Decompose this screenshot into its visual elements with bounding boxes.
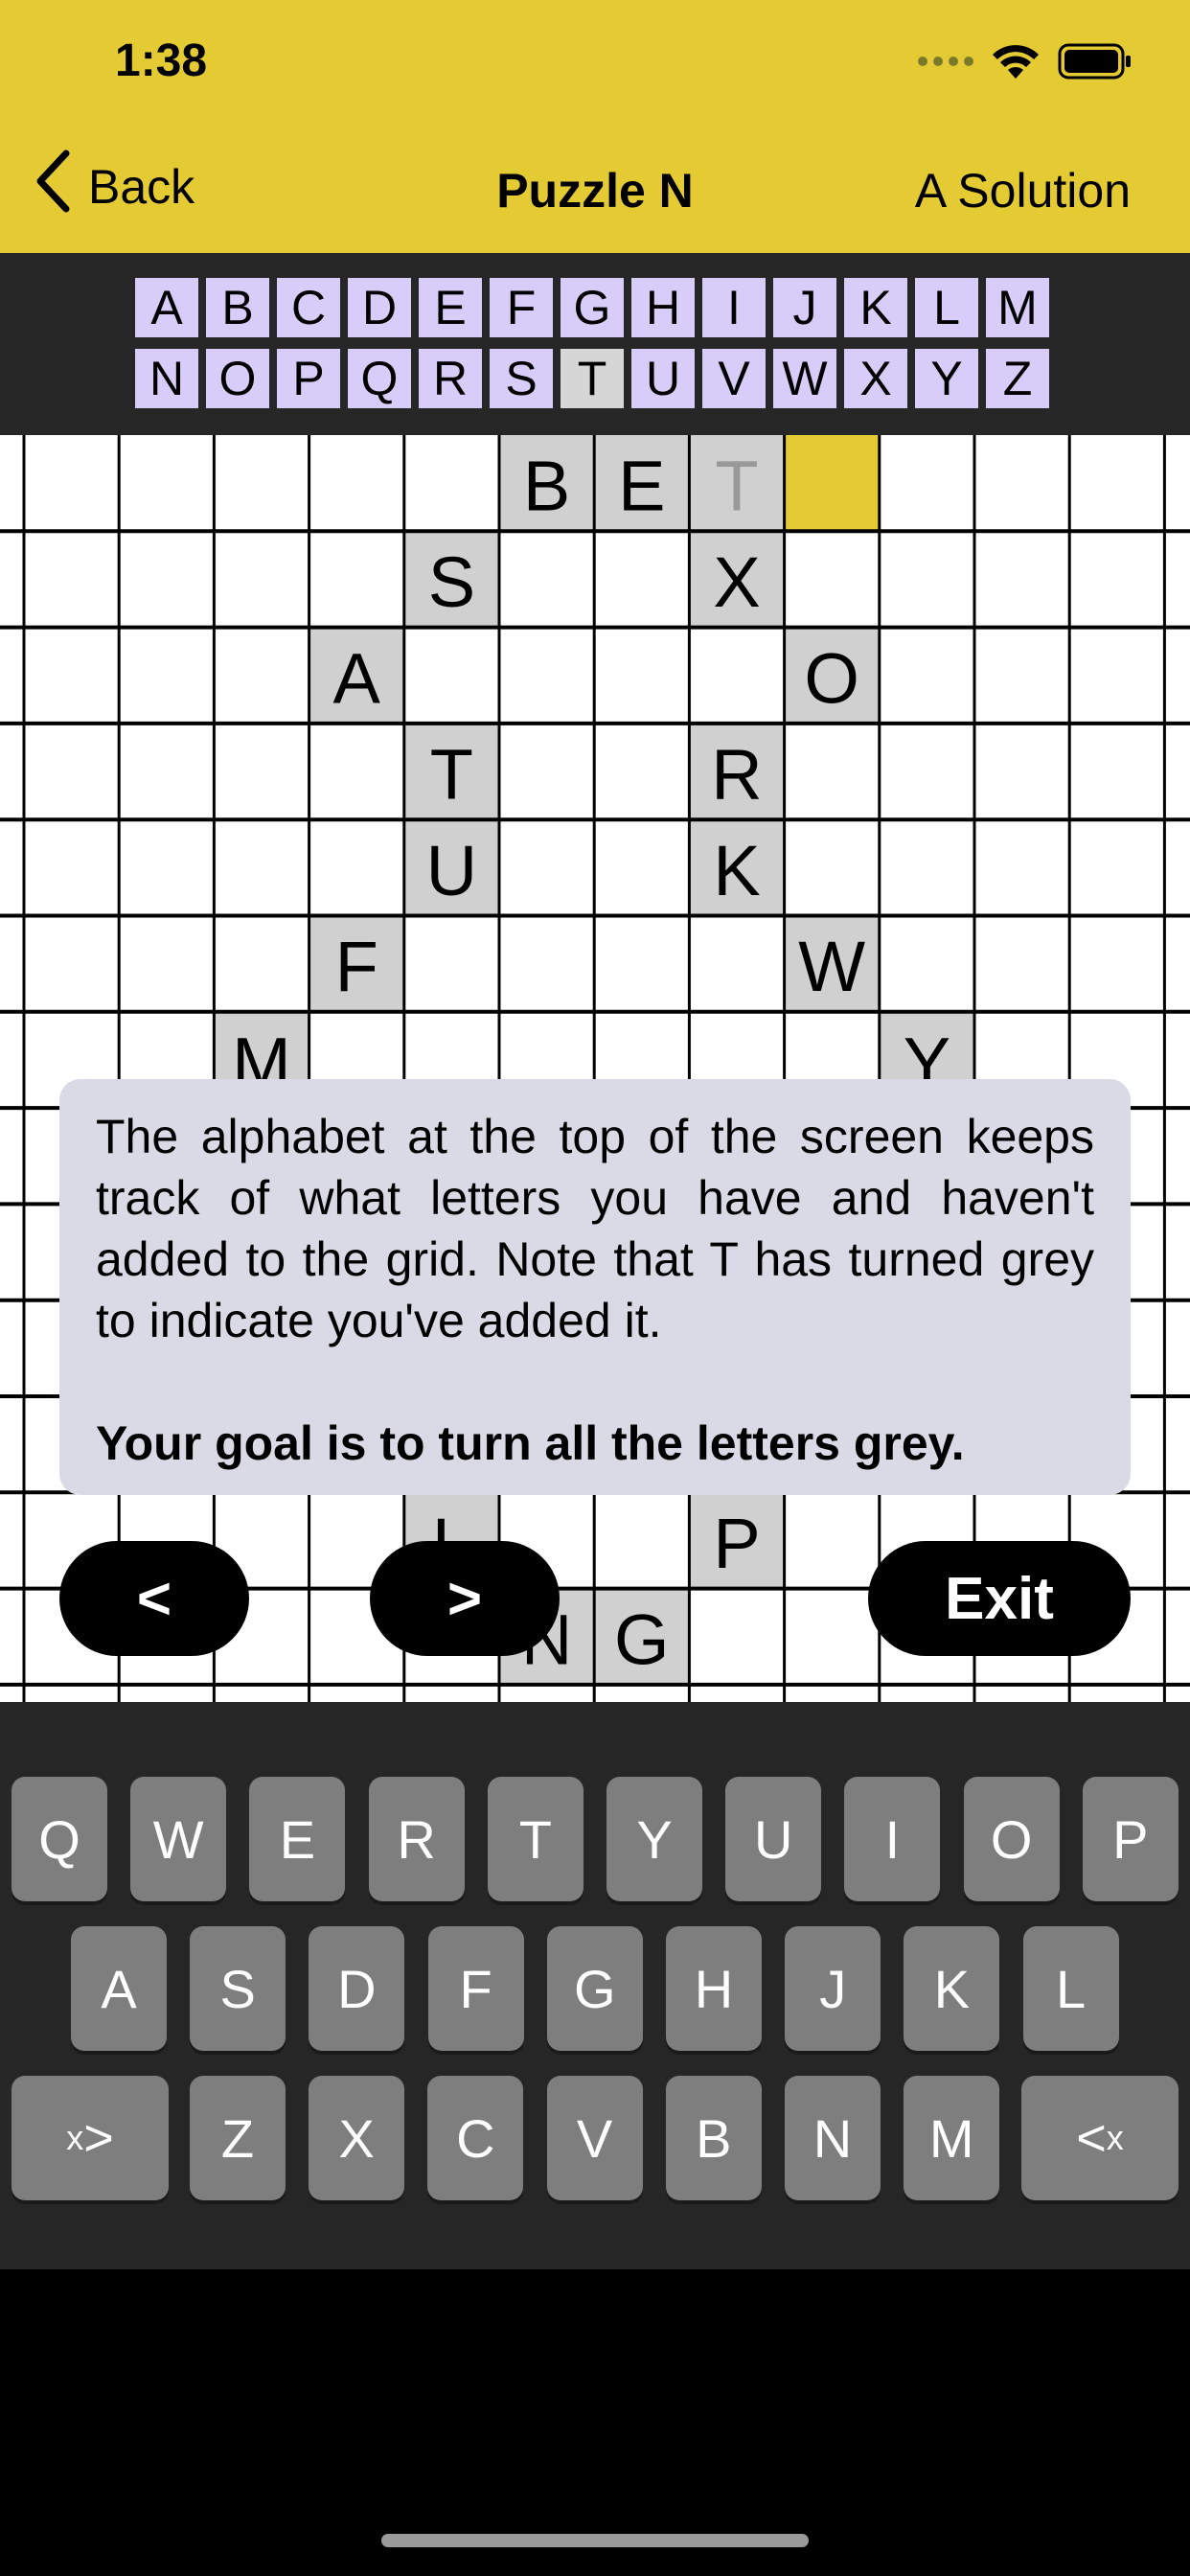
alphabet-letter-f: F — [486, 274, 557, 341]
alphabet-letter-w: W — [769, 345, 840, 412]
alphabet-letter-q: Q — [344, 345, 415, 412]
key-b[interactable]: B — [665, 2076, 762, 2200]
alphabet-letter-h: H — [628, 274, 698, 341]
navigation-bar: Back Puzzle N A Solution — [0, 150, 1190, 220]
key-f[interactable]: F — [427, 1926, 524, 2051]
key-q[interactable]: Q — [11, 1777, 107, 1901]
grid-letter: E — [618, 447, 665, 526]
grid-letter: O — [804, 638, 859, 718]
alphabet-letter-t: T — [557, 345, 628, 412]
key-e[interactable]: E — [249, 1777, 346, 1901]
tooltip-body: The alphabet at the top of the screen ke… — [96, 1110, 1094, 1347]
exit-button[interactable]: Exit — [868, 1541, 1131, 1656]
alphabet-row-2: NOPQRSTUVWXYZ — [131, 345, 1053, 412]
alphabet-letter-k: K — [840, 274, 911, 341]
cellular-dots-icon — [918, 57, 973, 66]
key-y[interactable]: Y — [606, 1777, 702, 1901]
key-k[interactable]: K — [904, 1926, 1000, 2051]
alphabet-tracker: ABCDEFGHIJKLM NOPQRSTUVWXYZ — [0, 253, 1190, 435]
key-c[interactable]: C — [427, 2076, 524, 2200]
delete-key[interactable]: < x — [1021, 2076, 1179, 2200]
header: 1:38 Back Puzzle N A Solution — [0, 0, 1190, 253]
alphabet-letter-s: S — [486, 345, 557, 412]
status-icons — [918, 42, 1133, 80]
alphabet-letter-j: J — [769, 274, 840, 341]
alphabet-letter-a: A — [131, 274, 202, 341]
alphabet-letter-o: O — [202, 345, 273, 412]
delete-key-x: x — [1106, 2118, 1124, 2157]
key-d[interactable]: D — [309, 1926, 405, 2051]
next-button[interactable]: > — [370, 1541, 560, 1656]
grid-cell-selected[interactable] — [784, 435, 880, 532]
alphabet-letter-d: D — [344, 274, 415, 341]
alphabet-letter-v: V — [698, 345, 769, 412]
battery-icon — [1058, 43, 1133, 80]
key-j[interactable]: J — [785, 1926, 881, 2051]
status-time: 1:38 — [115, 35, 208, 86]
alphabet-letter-n: N — [131, 345, 202, 412]
key-w[interactable]: W — [130, 1777, 227, 1901]
key-a[interactable]: A — [71, 1926, 167, 2051]
alphabet-letter-c: C — [273, 274, 344, 341]
solution-button[interactable]: A Solution — [915, 163, 1131, 218]
grid-letter: R — [711, 735, 762, 815]
grid-letter: X — [713, 542, 760, 622]
grid-letter: W — [798, 927, 865, 1006]
grid-letter: U — [426, 831, 477, 910]
key-t[interactable]: T — [487, 1777, 584, 1901]
grid-canvas[interactable]: BETSXAOTRUKFWMYLPNG — [0, 435, 1190, 1702]
alphabet-letter-b: B — [202, 274, 273, 341]
key-n[interactable]: N — [785, 2076, 881, 2200]
alphabet-letter-m: M — [982, 274, 1053, 341]
alphabet-letter-u: U — [628, 345, 698, 412]
grid-letter: G — [614, 1599, 670, 1679]
alphabet-letter-r: R — [415, 345, 486, 412]
key-p[interactable]: P — [1082, 1777, 1179, 1901]
alphabet-letter-z: Z — [982, 345, 1053, 412]
key-r[interactable]: R — [368, 1777, 465, 1901]
alphabet-row-1: ABCDEFGHIJKLM — [131, 274, 1053, 341]
move-right-key-x: x — [66, 2118, 84, 2157]
key-m[interactable]: M — [904, 2076, 1000, 2200]
wifi-icon — [991, 42, 1041, 80]
home-indicator — [381, 2534, 809, 2547]
grid-letter: A — [333, 638, 381, 718]
move-right-key-arrow: > — [83, 2109, 114, 2167]
key-h[interactable]: H — [666, 1926, 762, 2051]
alphabet-letter-y: Y — [911, 345, 982, 412]
key-z[interactable]: Z — [190, 2076, 286, 2200]
previous-button[interactable]: < — [59, 1541, 249, 1656]
delete-key-arrow: < — [1076, 2109, 1107, 2167]
key-i[interactable]: I — [844, 1777, 941, 1901]
grid-letter: S — [428, 542, 475, 622]
grid-letter: K — [713, 831, 760, 910]
key-u[interactable]: U — [725, 1777, 822, 1901]
tooltip-goal: Your goal is to turn all the letters gre… — [96, 1416, 965, 1470]
grid-letter: T — [430, 735, 473, 815]
key-g[interactable]: G — [546, 1926, 643, 2051]
alphabet-letter-x: X — [840, 345, 911, 412]
alphabet-letter-l: L — [911, 274, 982, 341]
key-x[interactable]: X — [309, 2076, 405, 2200]
key-v[interactable]: V — [546, 2076, 643, 2200]
key-s[interactable]: S — [190, 1926, 286, 2051]
alphabet-letter-p: P — [273, 345, 344, 412]
move-right-key[interactable]: x > — [11, 2076, 169, 2200]
grid-letter: F — [335, 927, 378, 1006]
tutorial-tooltip: The alphabet at the top of the screen ke… — [59, 1079, 1131, 1495]
letter-keyboard: x > < x QWERTYUIOPASDFGHJKLZXCVBNM — [0, 1702, 1190, 2269]
key-l[interactable]: L — [1022, 1926, 1119, 2051]
crossword-grid[interactable]: BETSXAOTRUKFWMYLPNG — [0, 435, 1190, 1702]
alphabet-letter-g: G — [557, 274, 628, 341]
grid-letter: B — [523, 447, 570, 526]
alphabet-letter-i: I — [698, 274, 769, 341]
grid-letter: P — [713, 1504, 760, 1583]
alphabet-letter-e: E — [415, 274, 486, 341]
key-o[interactable]: O — [963, 1777, 1060, 1901]
grid-letter: T — [715, 447, 758, 526]
